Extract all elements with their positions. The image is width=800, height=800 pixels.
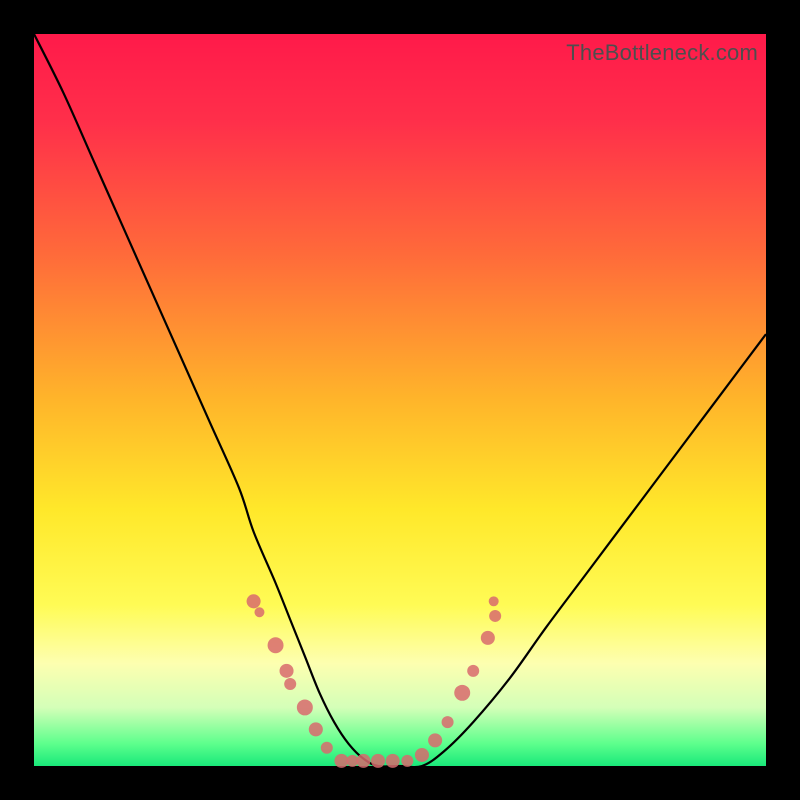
marker-dot — [280, 664, 294, 678]
marker-dot — [321, 742, 333, 754]
marker-dot — [489, 610, 501, 622]
marker-dot — [284, 678, 296, 690]
outer-frame: TheBottleneck.com — [0, 0, 800, 800]
marker-dot — [454, 685, 470, 701]
bottleneck-curve — [34, 34, 766, 767]
marker-dot — [481, 631, 495, 645]
marker-dot — [415, 748, 429, 762]
marker-dot — [371, 754, 385, 768]
marker-dot — [489, 596, 499, 606]
plot-area: TheBottleneck.com — [34, 34, 766, 766]
marker-dot — [428, 733, 442, 747]
marker-dot — [386, 754, 400, 768]
marker-dot — [297, 699, 313, 715]
marker-dot — [356, 754, 370, 768]
marker-dot — [247, 594, 261, 608]
marker-dot — [467, 665, 479, 677]
chart-svg — [34, 34, 766, 766]
marker-dot — [442, 716, 454, 728]
marker-dot — [268, 637, 284, 653]
marker-dots — [247, 594, 502, 768]
marker-dot — [334, 754, 348, 768]
marker-dot — [309, 722, 323, 736]
marker-dot — [254, 607, 264, 617]
marker-dot — [401, 755, 413, 767]
